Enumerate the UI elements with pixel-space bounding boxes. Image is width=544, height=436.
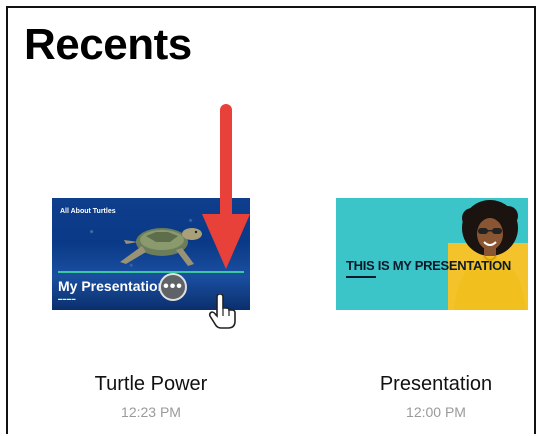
arrow-down-icon	[202, 104, 250, 269]
slide-eyebrow: All About Turtles	[60, 208, 116, 215]
page-title: Recents	[24, 20, 192, 69]
person-image	[454, 200, 526, 310]
slide-title: THIS IS MY PRESENTATION	[346, 258, 512, 273]
file-time-presentation: 12:00 PM	[406, 404, 466, 420]
file-thumbnail-presentation[interactable]: THIS IS MY PRESENTATION	[336, 198, 528, 310]
hand-cursor-icon	[208, 294, 236, 329]
more-options-button[interactable]: •••	[159, 273, 187, 301]
file-time-turtle-power: 12:23 PM	[121, 404, 181, 420]
slide-title: My Presentation	[58, 278, 167, 294]
file-name-turtle-power[interactable]: Turtle Power	[41, 373, 261, 396]
slide-subtitle-mark: ▬▬▬▬	[58, 296, 76, 301]
file-name-presentation[interactable]: Presentation	[326, 373, 544, 396]
turtle-image	[120, 228, 202, 266]
slide-background: THIS IS MY PRESENTATION	[336, 198, 528, 310]
slide-subtitle-mark	[346, 276, 376, 278]
